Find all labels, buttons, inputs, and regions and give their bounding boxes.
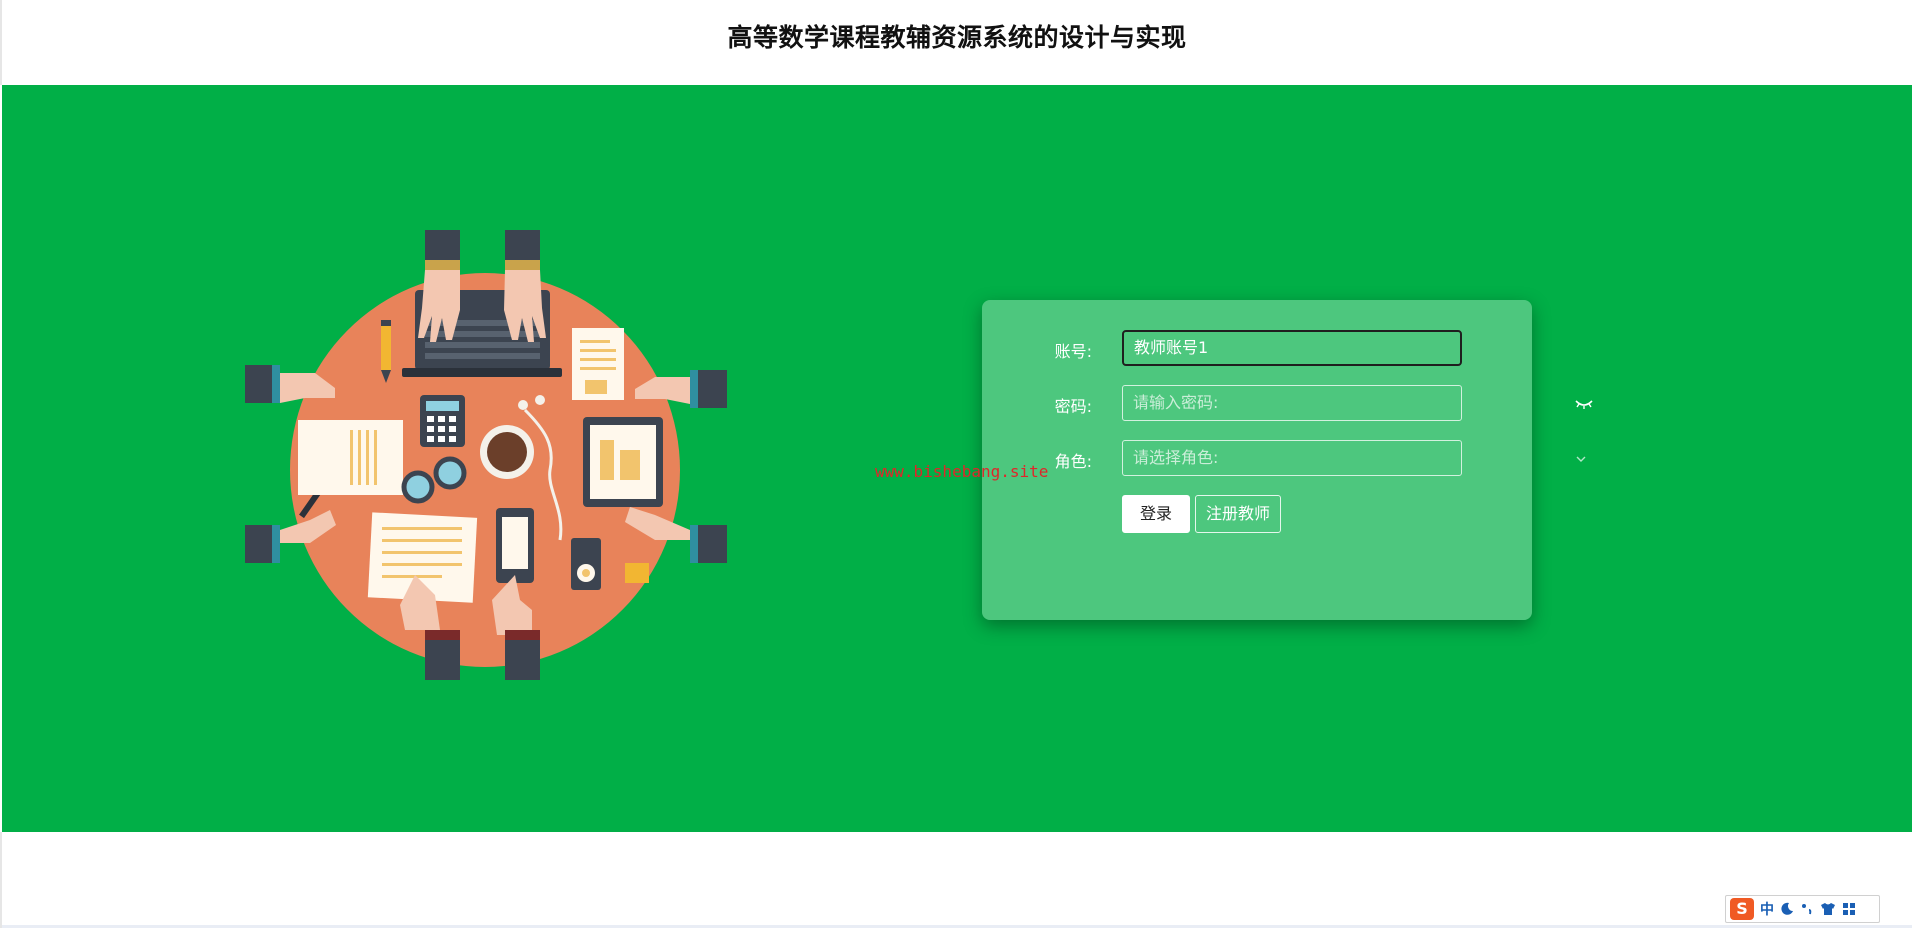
chevron-down-icon <box>1576 456 1586 462</box>
moon-icon[interactable] <box>1780 902 1794 916</box>
punctuation-icon[interactable] <box>1800 902 1814 916</box>
role-placeholder: 请选择角色: <box>1133 448 1219 467</box>
account-input[interactable]: 教师账号1 <box>1122 330 1462 366</box>
team-meeting-illustration <box>245 230 727 680</box>
password-input[interactable]: 请输入密码: <box>1122 385 1593 421</box>
password-label: 密码: <box>1054 397 1092 416</box>
login-button[interactable]: 登录 <box>1122 495 1190 533</box>
bottom-area <box>0 832 1912 928</box>
watermark-text: www.bishebang.site <box>875 462 1049 481</box>
password-placeholder: 请输入密码: <box>1133 393 1219 412</box>
role-row: 角色: 请选择角色: <box>982 440 1586 476</box>
skin-shirt-icon[interactable] <box>1820 902 1836 916</box>
top-header: 高等数学课程教辅资源系统的设计与实现 <box>0 0 1912 85</box>
register-teacher-button[interactable]: 注册教师 <box>1195 495 1281 533</box>
ime-mode-chinese[interactable]: 中 <box>1760 899 1774 919</box>
role-select[interactable]: 请选择角色: <box>1122 440 1586 476</box>
ime-toolbar[interactable]: S 中 <box>1725 895 1880 923</box>
account-label: 账号: <box>1054 342 1092 361</box>
toolbox-grid-icon[interactable] <box>1842 902 1856 916</box>
page-title: 高等数学课程教辅资源系统的设计与实现 <box>727 23 1187 52</box>
role-label: 角色: <box>1054 452 1092 471</box>
password-row: 密码: 请输入密码: <box>982 385 1593 421</box>
eye-closed-icon[interactable] <box>1575 398 1593 410</box>
account-row: 账号: 教师账号1 <box>982 330 1532 366</box>
sogou-logo-icon[interactable]: S <box>1730 898 1754 920</box>
button-row: 登录 注册教师 <box>982 495 1532 533</box>
login-panel: 账号: 教师账号1 密码: 请输入密码: 角色: 请选择角色: 登录 注册教师 <box>982 300 1593 620</box>
